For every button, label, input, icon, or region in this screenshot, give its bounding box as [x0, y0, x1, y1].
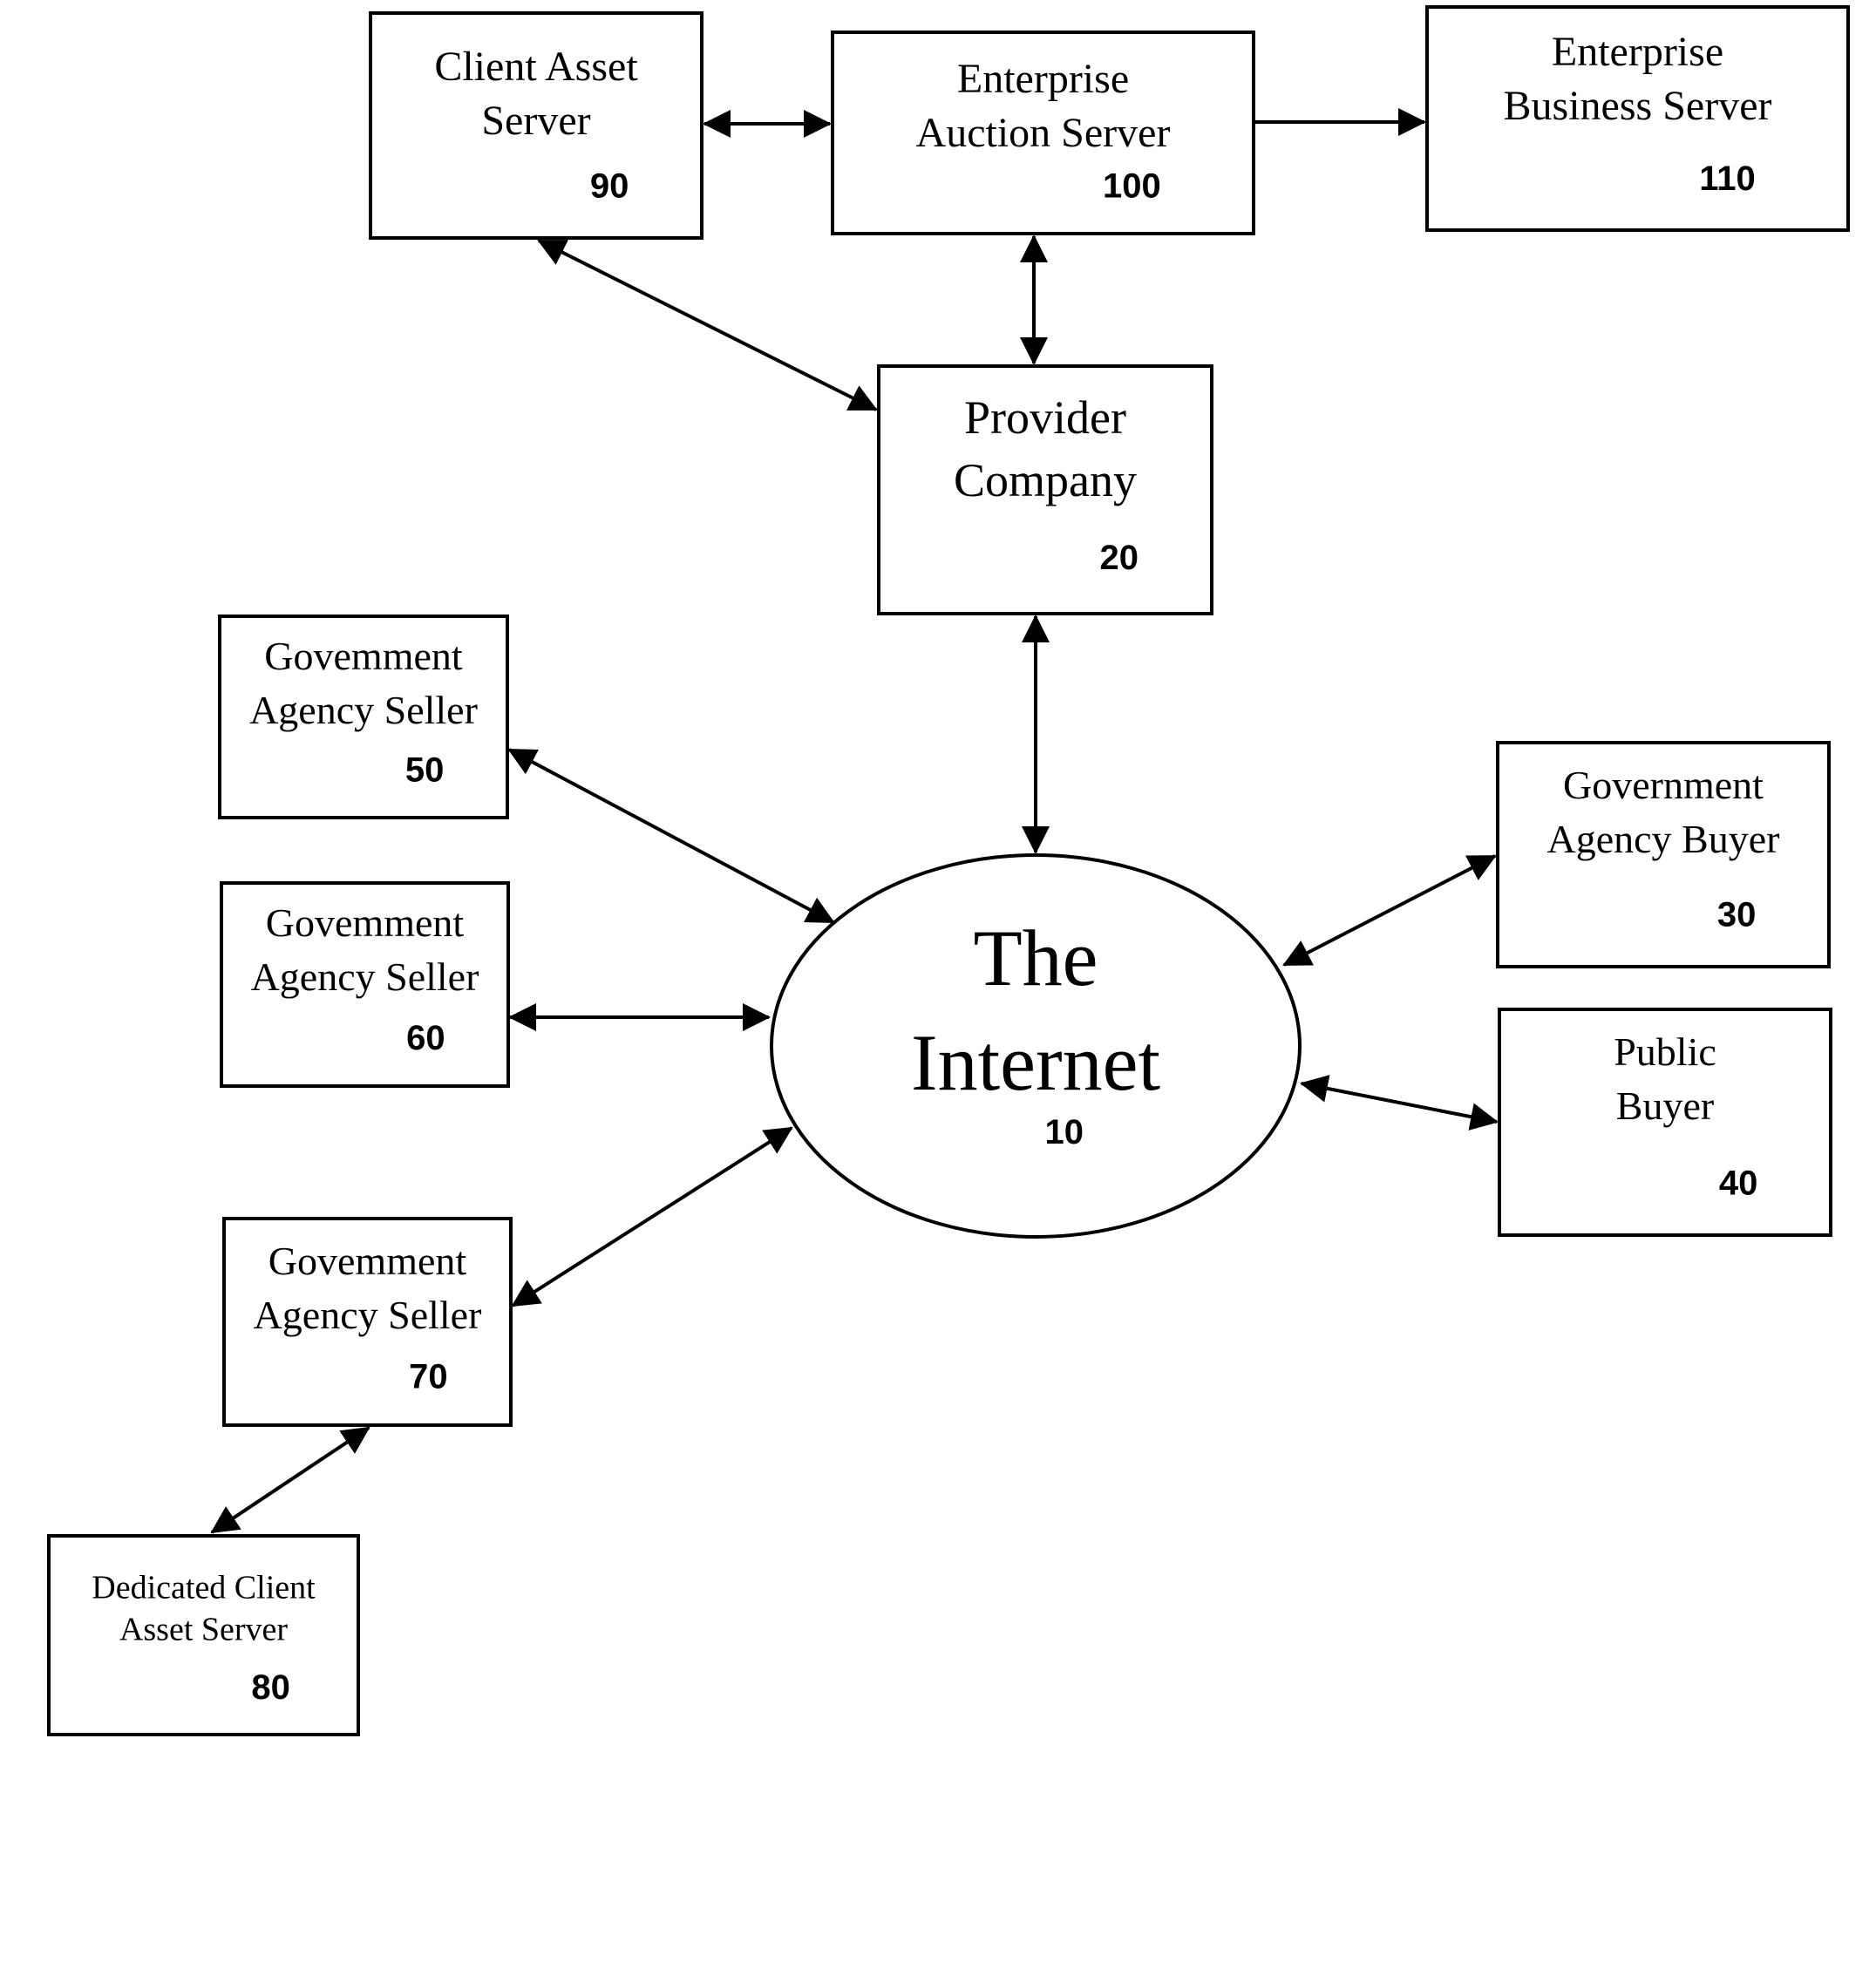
connector-gov-agency-seller-70-to-internet: [511, 1126, 793, 1307]
node-label-line: Asset Server: [119, 1611, 288, 1647]
reference-number: 70: [409, 1357, 448, 1396]
node-public-buyer: Public Buyer40: [1498, 1008, 1832, 1237]
node-gov-agency-seller-70: Govemment Agency Seller 70: [222, 1217, 513, 1427]
node-label-line: Dedicated Client: [92, 1569, 316, 1606]
node-label-line: Client Asset: [434, 44, 638, 90]
connector-gov-agency-seller-70-to-dedicated-client-asset-server: [210, 1426, 370, 1534]
node-label-line: Internet: [911, 1018, 1161, 1107]
node-gov-agency-seller-50: Govemment Agency Seller 50: [218, 615, 509, 819]
node-label-line: Company: [954, 454, 1137, 506]
node-label-line: Govemment: [266, 900, 465, 945]
node-label-line: Govemment: [268, 1239, 467, 1283]
node-enterprise-business-server: Enterprise Business Server 110: [1425, 5, 1850, 232]
reference-number: 60: [406, 1019, 445, 1057]
node-enterprise-auction-server: Enterprise Auction Server 100: [831, 31, 1255, 235]
connector-internet-to-public-buyer: [1300, 1075, 1499, 1131]
node-gov-agency-seller-60: Govemment Agency Seller 60: [220, 881, 510, 1088]
node-gov-agency-buyer: Government Agency Buyer 30: [1496, 741, 1831, 968]
node-label-line: Agency Buyer: [1547, 817, 1780, 861]
node-label-line: Buyer: [1616, 1083, 1714, 1128]
node-dedicated-client-asset-server: Dedicated Client Asset Server 80: [47, 1534, 360, 1736]
node-label-line: Government: [1563, 763, 1764, 807]
reference-number: 100: [1103, 166, 1161, 205]
node-label-line: Enterprise: [957, 56, 1129, 102]
node-label-line: Agency Seller: [249, 688, 478, 732]
reference-number: 110: [1699, 160, 1756, 198]
connector-client-asset-server-to-provider-company: [537, 239, 878, 411]
network-diagram: The Internet 10 Provider Company 20 Government…: [47, 5, 1850, 1736]
reference-number: 40: [1719, 1164, 1758, 1202]
reference-number: 10: [1045, 1113, 1084, 1151]
node-label-line: Provider: [964, 391, 1126, 444]
reference-number: 80: [251, 1668, 290, 1707]
node-internet: The Internet 10: [770, 853, 1302, 1239]
node-label-line: The: [973, 913, 1098, 1002]
reference-number: 90: [590, 167, 629, 206]
connector-gov-agency-seller-50-to-internet: [507, 748, 835, 924]
node-label-line: Agency Seller: [254, 1293, 482, 1337]
node-label-line: Business Server: [1504, 83, 1772, 129]
node-provider-company: Provider Company 20: [877, 364, 1213, 615]
node-label-line: Agency Seller: [251, 954, 479, 999]
node-label-line: Auction Server: [916, 110, 1171, 156]
node-client-asset-server: Client Asset Server90: [369, 11, 704, 240]
reference-number: 30: [1717, 896, 1757, 934]
node-label-line: Govemment: [264, 634, 463, 678]
reference-number: 20: [1099, 539, 1139, 577]
reference-number: 50: [405, 750, 445, 789]
node-label-line: Server: [481, 98, 590, 144]
connector-internet-to-gov-agency-buyer: [1282, 854, 1497, 967]
node-label-line: Public: [1614, 1029, 1716, 1074]
node-label-line: Enterprise: [1552, 29, 1723, 75]
